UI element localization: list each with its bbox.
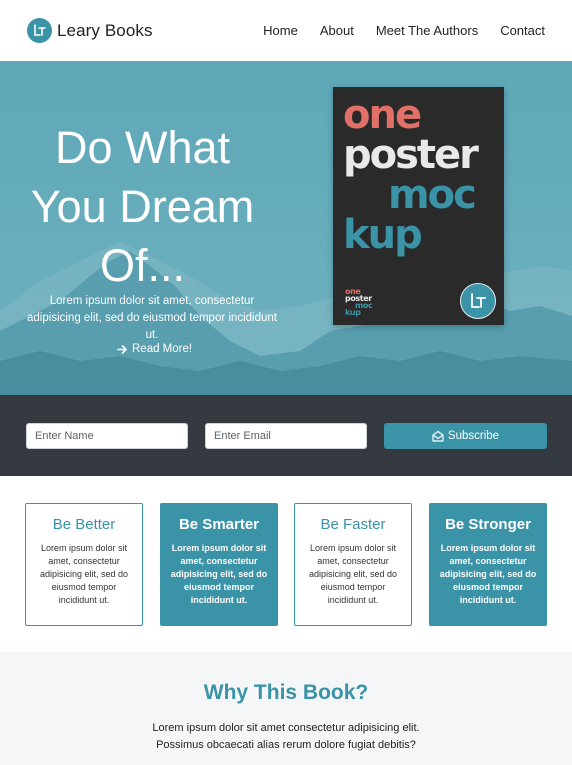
feature-title: Be Stronger (445, 516, 531, 533)
hero-description: Lorem ipsum dolor sit amet, consectetur … (27, 295, 277, 341)
why-text-line: Possimus obcaecati alias rerum dolore fu… (156, 739, 416, 751)
hero-title-line: Of... (99, 240, 185, 291)
feature-title: Be Smarter (178, 516, 260, 533)
brand-logo-icon (27, 18, 52, 43)
nav-link-home[interactable]: Home (263, 23, 298, 38)
nav-links: Home About Meet The Authors Contact (241, 23, 545, 38)
subscribe-label: Subscribe (447, 430, 500, 442)
envelope-open-icon (432, 430, 444, 442)
navbar: Leary Books Home About Meet The Authors … (0, 0, 572, 61)
poster-headline: one poster moc kup (343, 92, 479, 258)
read-more-link[interactable]: Read More! (117, 343, 192, 355)
poster-small-mark: one poster moc kup (345, 288, 373, 317)
poster-word: moc (388, 172, 477, 218)
hero-title: Do What You Dream Of... (20, 118, 265, 295)
nav-link-contact[interactable]: Contact (500, 23, 545, 38)
email-input[interactable] (205, 423, 367, 449)
hero-title-line: You Dream (30, 181, 255, 232)
feature-card-be-stronger: Be Stronger Lorem ipsum dolor sit amet, … (429, 503, 547, 626)
feature-text: Lorem ipsum dolor sit amet, consectetur … (439, 543, 537, 605)
poster-word: kup (343, 212, 423, 258)
why-text-line: Lorem ipsum dolor sit amet consectetur a… (152, 722, 420, 734)
read-more-label: Read More! (132, 343, 193, 355)
hero-section: Do What You Dream Of... Lorem ipsum dolo… (0, 61, 572, 395)
why-title: Why This Book? (203, 681, 369, 704)
feature-text: Lorem ipsum dolor sit amet, consectetur … (39, 543, 129, 605)
arrow-right-icon (117, 344, 127, 354)
name-input[interactable] (26, 423, 188, 449)
poster-small-word: kup (345, 308, 361, 317)
why-section: Why This Book? Lorem ipsum dolor sit ame… (0, 652, 572, 765)
poster-word: poster (343, 132, 479, 178)
feature-title: Be Better (52, 516, 116, 533)
brand-link[interactable]: Leary Books (27, 18, 153, 43)
book-poster-image: one poster moc kup one poster moc kup (333, 87, 504, 325)
nav-link-meet-the-authors[interactable]: Meet The Authors (376, 23, 478, 38)
feature-text: Lorem ipsum dolor sit amet, consectetur … (170, 543, 268, 605)
feature-card-be-smarter: Be Smarter Lorem ipsum dolor sit amet, c… (160, 503, 278, 626)
brand-name: Leary Books (57, 20, 153, 40)
why-description: Lorem ipsum dolor sit amet consectetur a… (0, 720, 572, 754)
feature-text: Lorem ipsum dolor sit amet, consectetur … (308, 543, 398, 605)
subscribe-bar: Subscribe (0, 395, 572, 476)
feature-card-be-faster: Be Faster Lorem ipsum dolor sit amet, co… (294, 503, 412, 626)
feature-card-be-better: Be Better Lorem ipsum dolor sit amet, co… (25, 503, 143, 626)
poster-logo-icon (460, 283, 496, 319)
poster-word: one (343, 92, 422, 138)
nav-link-about[interactable]: About (320, 23, 354, 38)
feature-title: Be Faster (320, 516, 386, 533)
subscribe-button[interactable]: Subscribe (384, 423, 547, 449)
hero-title-line: Do What (54, 122, 231, 173)
